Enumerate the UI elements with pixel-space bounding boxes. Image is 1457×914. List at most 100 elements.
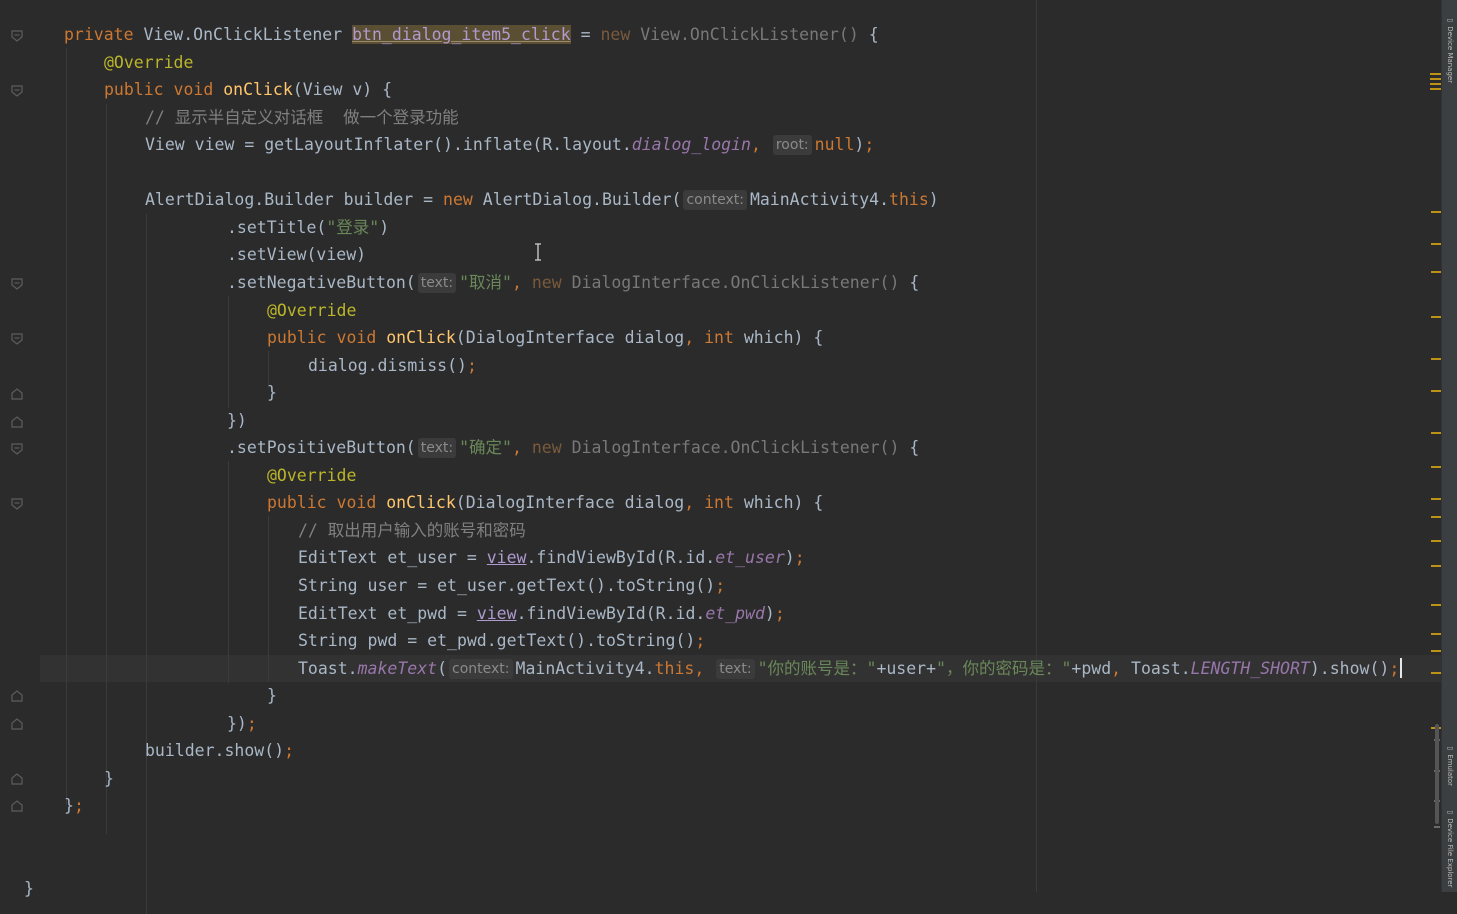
code-line[interactable]: private View.OnClickListener btn_dialog_… <box>64 21 879 48</box>
code-token: } <box>104 768 114 788</box>
code-line[interactable]: .setNegativeButton(text: "取消", new Dialog… <box>227 269 919 296</box>
warning-stripe-mark[interactable] <box>1431 650 1441 652</box>
code-line[interactable]: .setTitle("登录") <box>227 214 389 241</box>
code-token: new <box>443 190 483 210</box>
code-line[interactable]: EditText et_pwd = view.findViewById(R.id… <box>298 600 785 627</box>
code-token: } <box>267 383 277 403</box>
code-line[interactable]: .setPositiveButton(text: "确定", new Dialog… <box>227 434 919 461</box>
warning-stripe-mark[interactable] <box>1431 516 1441 518</box>
warning-stripe-mark[interactable] <box>1431 211 1441 213</box>
code-line[interactable]: } <box>104 765 114 792</box>
code-token: .findViewById(R.id. <box>516 603 706 623</box>
warning-stripe-mark[interactable] <box>1431 540 1441 542</box>
fold-end-icon[interactable] <box>11 718 23 730</box>
code-token: ) <box>764 603 775 623</box>
code-token: ; <box>284 741 295 761</box>
code-token: LENGTH_SHORT <box>1190 658 1310 678</box>
code-line[interactable]: // 取出用户输入的账号和密码 <box>298 517 526 544</box>
code-token: view <box>476 603 517 623</box>
code-line[interactable]: EditText et_user = view.findViewById(R.i… <box>298 544 805 571</box>
warning-stripe-mark[interactable] <box>1431 316 1441 318</box>
code-line[interactable]: public void onClick(DialogInterface dial… <box>267 489 823 516</box>
code-token: { <box>868 25 879 44</box>
code-token: builder.show() <box>145 741 285 761</box>
code-line[interactable]: @Override <box>267 462 356 489</box>
code-token: , int <box>684 328 744 348</box>
code-line[interactable]: }; <box>64 792 84 819</box>
warning-stripe-mark[interactable] <box>1431 466 1441 468</box>
warning-stripe-mark[interactable] <box>1431 565 1441 567</box>
warning-stripe-mark[interactable] <box>1431 604 1441 606</box>
code-token: } <box>267 686 277 706</box>
code-line[interactable]: }) <box>227 407 247 434</box>
fold-collapse-icon[interactable] <box>11 498 23 510</box>
code-token: new <box>531 272 572 292</box>
fold-end-icon[interactable] <box>11 416 23 428</box>
code-line[interactable]: builder.show(); <box>145 737 294 764</box>
code-token: +pwd <box>1071 658 1112 678</box>
warning-stripe-mark[interactable] <box>1431 672 1441 674</box>
code-line[interactable]: public void onClick(View v) { <box>104 76 392 103</box>
indent-guide <box>146 214 147 914</box>
code-token: .setPositiveButton( <box>227 438 416 458</box>
code-token: ; <box>715 576 726 595</box>
code-line[interactable]: public void onClick(DialogInterface dial… <box>267 324 823 351</box>
code-line[interactable]: @Override <box>267 297 356 324</box>
fold-collapse-icon[interactable] <box>11 443 23 455</box>
fold-collapse-icon[interactable] <box>11 278 23 290</box>
scrollbar-thumb[interactable] <box>1435 724 1439 824</box>
fold-end-icon[interactable] <box>11 773 23 785</box>
code-token: dialog_login <box>631 135 751 155</box>
device-file-explorer-tab[interactable]: ▭ Device File Explorer <box>1442 808 1457 887</box>
code-line[interactable]: Toast.makeText(context: MainActivity4.thi… <box>298 655 1403 682</box>
device-manager-tab[interactable]: ▭ Device Manager <box>1442 16 1457 83</box>
fold-collapse-icon[interactable] <box>11 333 23 345</box>
code-line[interactable]: // 显示半自定义对话框 做一个登录功能 <box>145 104 459 131</box>
code-line[interactable]: @Override <box>104 49 193 76</box>
code-line[interactable]: .setView(view) <box>227 241 366 268</box>
warning-stripe-mark[interactable] <box>1431 390 1441 392</box>
code-line[interactable]: View view = getLayoutInflater().inflate(… <box>145 131 874 158</box>
code-line[interactable]: }); <box>227 710 257 737</box>
parameter-hint: root: <box>772 135 812 156</box>
code-token: public void <box>104 80 224 100</box>
code-token: et_pwd <box>705 603 765 623</box>
code-token: (DialogInterface dialog <box>455 328 685 348</box>
code-token: , <box>750 135 771 155</box>
code-token: ) <box>379 217 390 237</box>
code-line[interactable]: } <box>267 682 277 709</box>
fold-end-icon[interactable] <box>11 690 23 702</box>
code-token: ; <box>864 135 875 155</box>
code-line[interactable]: AlertDialog.Builder builder = new AlertD… <box>145 186 939 213</box>
warning-stripe-mark[interactable] <box>1431 633 1441 635</box>
code-token: @Override <box>104 52 194 72</box>
fold-end-icon[interactable] <box>11 388 23 400</box>
code-token: et_user <box>715 548 785 568</box>
warning-stripe-mark[interactable] <box>1431 358 1441 360</box>
emulator-tab[interactable]: ▭ Emulator <box>1442 744 1457 786</box>
warning-stripe-mark[interactable] <box>1431 243 1441 245</box>
code-line[interactable]: String user = et_user.getText().toString… <box>298 572 725 599</box>
code-token: }) <box>227 713 247 733</box>
code-token: which) { <box>743 493 824 513</box>
warning-stripe-mark[interactable] <box>1431 271 1441 273</box>
code-token: ( <box>437 658 448 678</box>
fold-collapse-icon[interactable] <box>11 30 23 42</box>
analysis-marker-icon[interactable] <box>1430 72 1441 92</box>
parameter-hint: text: <box>417 272 457 293</box>
warning-stripe-mark[interactable] <box>1431 498 1441 500</box>
code-line[interactable]: String pwd = et_pwd.getText().toString()… <box>298 627 705 654</box>
parameter-hint: context: <box>683 190 747 211</box>
code-token: ; <box>73 796 84 816</box>
code-token: (View v) { <box>292 80 393 100</box>
code-line[interactable]: } <box>24 875 34 902</box>
fold-collapse-icon[interactable] <box>11 85 23 97</box>
code-token: String pwd = et_pwd.getText().toString() <box>298 631 696 651</box>
fold-end-icon[interactable] <box>11 800 23 812</box>
warning-stripe-mark[interactable] <box>1431 432 1441 434</box>
code-line[interactable]: } <box>267 379 277 406</box>
code-line[interactable]: dialog.dismiss(); <box>308 352 477 379</box>
info-stripe-mark <box>1434 826 1440 828</box>
code-editor[interactable]: private View.OnClickListener btn_dialog_… <box>0 0 1441 914</box>
code-token: { <box>909 272 920 292</box>
